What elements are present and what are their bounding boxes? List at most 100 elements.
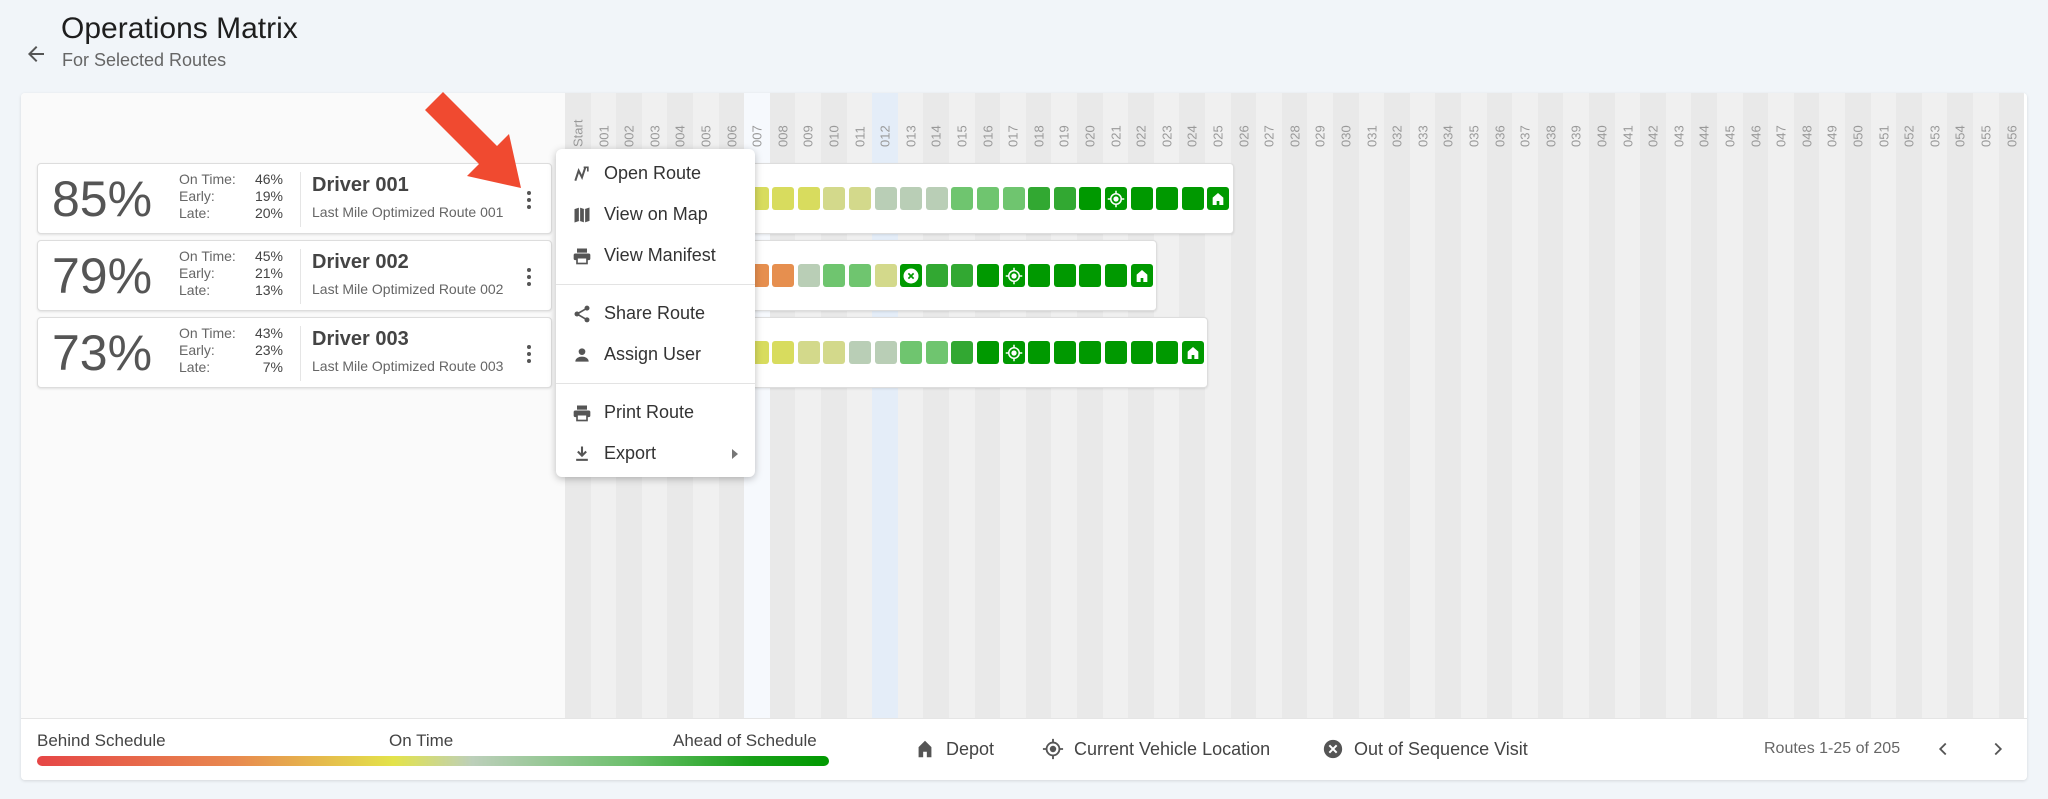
stop-cell[interactable]	[1130, 187, 1153, 210]
stop-cell[interactable]	[1079, 264, 1102, 287]
stop-cell[interactable]	[823, 341, 846, 364]
more-options-button[interactable]	[523, 266, 535, 288]
route-name: Last Mile Optimized Route 003	[312, 358, 504, 374]
column-header: 039	[1568, 125, 1584, 147]
early-label: Early:	[179, 265, 215, 281]
stop-cell[interactable]	[951, 264, 974, 287]
stop-cell[interactable]	[848, 187, 871, 210]
route-score: 73%	[52, 325, 153, 381]
menu-item-view-on-map[interactable]: View on Map	[556, 194, 755, 235]
next-page-button[interactable]	[1987, 737, 2009, 761]
printer-icon	[573, 248, 591, 264]
card-divider	[300, 172, 301, 227]
column-header: 056	[2004, 125, 2020, 147]
stop-cell[interactable]	[848, 264, 871, 287]
stop-cell[interactable]	[925, 341, 948, 364]
stop-cell[interactable]	[1130, 341, 1153, 364]
stop-cell[interactable]	[925, 187, 948, 210]
stop-cell[interactable]	[823, 264, 846, 287]
stop-cell[interactable]	[976, 187, 999, 210]
column-header: 021	[1108, 125, 1124, 147]
stop-cell[interactable]	[772, 264, 795, 287]
stop-cell[interactable]	[874, 264, 897, 287]
stop-cell[interactable]	[1079, 187, 1102, 210]
column-header: 019	[1056, 125, 1072, 147]
column-055: 055	[1973, 93, 1999, 718]
column-header: 022	[1133, 125, 1149, 147]
stop-cell-location[interactable]	[1104, 187, 1127, 210]
stop-cell-out-of-sequence[interactable]	[900, 264, 923, 287]
column-header: 028	[1287, 125, 1303, 147]
menu-item-share-route[interactable]: Share Route	[556, 293, 755, 334]
stop-cell[interactable]	[1104, 264, 1127, 287]
stop-cell[interactable]	[797, 264, 820, 287]
stop-cell-depot[interactable]	[1207, 187, 1230, 210]
stop-cell[interactable]	[951, 341, 974, 364]
stop-cell-depot[interactable]	[1130, 264, 1153, 287]
stop-cell-depot[interactable]	[1181, 341, 1204, 364]
menu-item-print-route[interactable]: Print Route	[556, 392, 755, 433]
menu-item-view-manifest[interactable]: View Manifest	[556, 235, 755, 276]
column-header: 026	[1236, 125, 1252, 147]
on-time-label: On Time:	[179, 325, 236, 341]
column-header: 042	[1645, 125, 1661, 147]
stop-cell[interactable]	[1028, 187, 1051, 210]
stop-cell-location[interactable]	[1002, 264, 1025, 287]
back-arrow-icon[interactable]	[24, 42, 48, 66]
share-icon	[574, 305, 590, 322]
stop-cell[interactable]	[1104, 341, 1127, 364]
stop-cell[interactable]	[1053, 264, 1076, 287]
route-context-menu: Open Route View on Map View Manifest Share …	[556, 149, 755, 477]
depot-icon	[1187, 346, 1199, 359]
route-card[interactable]: 79% On Time: 45% Early: 21% Late: 13% Drive…	[37, 240, 552, 311]
stop-cell[interactable]	[874, 341, 897, 364]
stop-cell[interactable]	[1002, 187, 1025, 210]
stop-cell[interactable]	[797, 341, 820, 364]
legend-ontime-label: On Time	[389, 731, 454, 750]
stop-cell-location[interactable]	[1002, 341, 1025, 364]
vehicle-location-icon	[1005, 344, 1022, 361]
menu-item-export[interactable]: Export	[556, 433, 755, 474]
card-divider	[300, 249, 301, 304]
menu-separator	[556, 383, 755, 384]
stop-cell[interactable]	[1028, 264, 1051, 287]
stop-cell[interactable]	[1053, 187, 1076, 210]
stop-timeline: Start 001 002 003 004 005 006 007 008 009 010 011 01…	[565, 93, 2027, 718]
column-header: 055	[1978, 125, 1994, 147]
column-046: 046	[1742, 93, 1769, 718]
menu-item-open-route[interactable]: Open Route	[556, 153, 755, 194]
stop-cell[interactable]	[1181, 187, 1204, 210]
depot-icon	[1212, 192, 1224, 205]
printer-icon	[573, 405, 591, 421]
stop-cell[interactable]	[925, 264, 948, 287]
stop-cell[interactable]	[900, 341, 923, 364]
stop-cell[interactable]	[976, 341, 999, 364]
stop-cell[interactable]	[976, 264, 999, 287]
column-header: 043	[1671, 125, 1687, 147]
menu-item-assign-user[interactable]: Assign User	[556, 334, 755, 375]
stop-cell[interactable]	[1028, 341, 1051, 364]
stop-cell[interactable]	[900, 187, 923, 210]
column-036: 036	[1486, 93, 1513, 718]
stop-cell[interactable]	[1079, 341, 1102, 364]
operations-matrix-panel: 85% On Time: 46% Early: 19% Late: 20% Drive…	[21, 93, 2027, 780]
vehicle-location-icon	[1042, 738, 1064, 760]
stop-cell[interactable]	[874, 187, 897, 210]
column-header: 051	[1876, 125, 1892, 147]
more-options-button[interactable]	[523, 343, 535, 365]
stop-cell[interactable]	[1053, 341, 1076, 364]
stop-cell[interactable]	[772, 341, 795, 364]
stop-cell[interactable]	[797, 187, 820, 210]
stop-cell[interactable]	[951, 187, 974, 210]
previous-page-button[interactable]	[1932, 737, 1954, 761]
annotation-arrow-icon	[425, 92, 521, 188]
stop-cell[interactable]	[1156, 341, 1179, 364]
column-053: 053	[1921, 93, 1948, 718]
legend-ahead-label: Ahead of Schedule	[673, 731, 817, 750]
stop-cell[interactable]	[823, 187, 846, 210]
stop-cell[interactable]	[1156, 187, 1179, 210]
stop-cell[interactable]	[772, 187, 795, 210]
column-037: 037	[1512, 93, 1538, 718]
stop-cell[interactable]	[848, 341, 871, 364]
route-card[interactable]: 73% On Time: 43% Early: 23% Late: 7% Driver…	[37, 317, 552, 388]
